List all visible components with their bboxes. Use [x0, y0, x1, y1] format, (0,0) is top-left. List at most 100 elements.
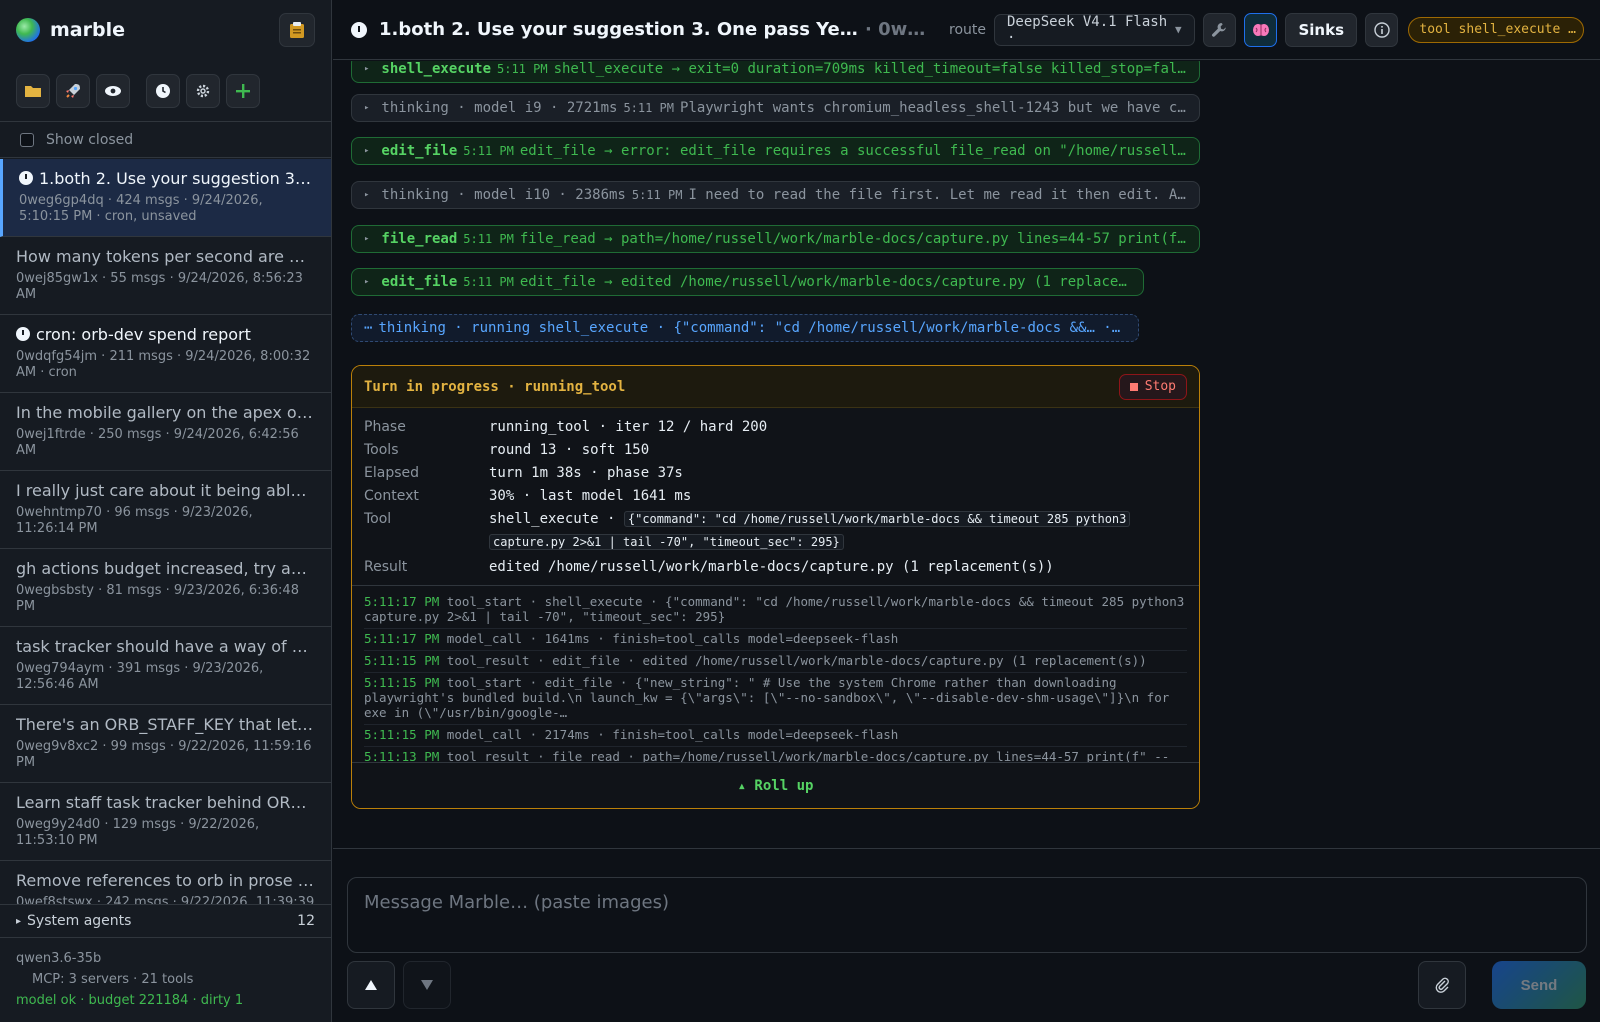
tool-event[interactable]: ▸ edit_file 5:11 PM edit_file → edited /hom… [351, 268, 1144, 296]
clipboard-button[interactable] [279, 13, 315, 47]
log-time: 5:11:15 PM [364, 653, 440, 668]
roll-up-button[interactable]: ▴ Roll up [352, 762, 1199, 808]
route-select[interactable]: DeepSeek V4.1 Flash · ▼ [994, 13, 1195, 46]
wrench-icon [1212, 22, 1227, 37]
detail-key: Result [364, 559, 408, 575]
stop-square-icon [1129, 382, 1138, 391]
scroll-up-button[interactable] [347, 961, 395, 1009]
log-entry: 5:11:17 PM tool_start · shell_execute · … [364, 592, 1187, 629]
conversation-title-text: I really just care about it being able … [16, 481, 315, 500]
info-button[interactable] [1365, 12, 1399, 47]
brain-icon [1252, 23, 1269, 36]
conversation-item[interactable]: Remove references to orb in prose … 0wef8… [0, 861, 331, 904]
triangle-up-icon [365, 980, 377, 990]
conversation-title: There's an ORB_STAFF_KEY that lets… [16, 715, 315, 735]
turn-details: Phase running_tool · iter 12 / hard 200 T… [352, 408, 1199, 586]
cron-clock-icon [19, 171, 33, 185]
detail-result: Result edited /home/russell/work/marble-d… [364, 556, 1187, 579]
log-text: model_call · 1641ms · finish=tool_calls … [446, 631, 899, 646]
conversation-title-text: Learn staff task tracker behind ORB… [16, 793, 315, 812]
conversation-title: Remove references to orb in prose … [16, 871, 315, 891]
turn-log[interactable]: 5:11:17 PM tool_start · shell_execute · … [352, 586, 1199, 764]
conversation-meta: 0weg9v8xc2 · 99 msgs · 9/22/2026, 11:59:… [16, 739, 312, 770]
tool-event[interactable]: ▸ shell_execute 5:11 PM shell_execute → exi… [351, 61, 1200, 83]
history-button[interactable] [146, 73, 180, 108]
conversation-list: 1.both 2. Use your suggestion 3. One pas… [0, 159, 331, 904]
conversation-title: 1.both 2. Use your suggestion 3. One pas… [379, 19, 859, 40]
detail-context: Context 30% · last model 1641 ms [364, 485, 1187, 508]
conversation-item[interactable]: gh actions budget increased, try ag… 0weg… [0, 549, 331, 627]
thinking-event[interactable]: ▸ thinking · model i9 · 2721ms 5:11 PM Play… [351, 94, 1200, 122]
conversation-title-text: task tracker should have a way of fil… [16, 637, 315, 656]
stop-label: Stop [1144, 379, 1176, 394]
thinking-event[interactable]: ▸ thinking · model i10 · 2386ms 5:11 PM I n… [351, 181, 1200, 209]
rocket-button[interactable] [56, 73, 90, 108]
expand-caret-icon: ▸ [364, 234, 370, 244]
scroll-down-button[interactable] [403, 961, 451, 1009]
paperclip-icon [1435, 977, 1449, 993]
cron-clock-icon [16, 327, 30, 341]
show-closed-toggle[interactable]: Show closed [0, 122, 331, 158]
tool-event[interactable]: ▸ file_read 5:11 PM file_read → path=/home/… [351, 225, 1200, 253]
conversation-id: · 0weg6gp4dq [865, 19, 935, 40]
event-summary: Playwright wants chromium_headless_shell… [680, 100, 1187, 116]
message-input[interactable] [347, 877, 1587, 953]
conversation-item[interactable]: In the mobile gallery on the apex or… 0we… [0, 393, 331, 471]
folder-icon [25, 85, 41, 97]
conversation-item[interactable]: How many tokens per second are we gettin… [0, 237, 331, 315]
conversation-title: gh actions budget increased, try ag… [16, 559, 315, 579]
status-health: model ok · budget 221184 · dirty 1 [16, 993, 244, 1008]
log-entry: 5:11:15 PM model_call · 2174ms · finish=… [364, 725, 1187, 747]
log-entry: 5:11:17 PM model_call · 1641ms · finish=… [364, 629, 1187, 651]
conversation-item[interactable]: There's an ORB_STAFF_KEY that lets… 0weg9… [0, 705, 331, 783]
detail-value: 30% · last model 1641 ms [489, 488, 692, 504]
conversation-meta: 0wej1ftrde · 250 msgs · 9/24/2026, 6:42:… [16, 427, 299, 458]
folder-button[interactable] [16, 73, 50, 108]
detail-value: running_tool · iter 12 / hard 200 [489, 419, 768, 435]
detail-elapsed: Elapsed turn 1m 38s · phase 37s [364, 462, 1187, 485]
tool-name: shell_execute · [489, 511, 616, 527]
settings-button[interactable] [186, 73, 220, 108]
attach-button[interactable] [1418, 961, 1466, 1009]
conversation-item[interactable]: I really just care about it being able …… [0, 471, 331, 549]
sinks-button[interactable]: Sinks [1285, 12, 1357, 47]
thinking-toggle-button[interactable] [1244, 12, 1278, 47]
running-indicator[interactable]: ⋯ thinking · running shell_execute · {"c… [351, 314, 1139, 342]
detail-value: round 13 · soft 150 [489, 442, 650, 458]
marble-logo-icon [16, 18, 40, 42]
detail-value: turn 1m 38s · phase 37s [489, 465, 683, 481]
conversation-title: task tracker should have a way of fil… [16, 637, 315, 657]
new-conversation-button[interactable] [226, 73, 260, 108]
detail-key: Phase [364, 419, 406, 435]
stop-button[interactable]: Stop [1118, 373, 1187, 400]
tools-button[interactable] [1202, 12, 1237, 47]
turn-progress-card: Turn in progress · running_tool Stop Pha… [351, 365, 1200, 809]
conversation-item[interactable]: Learn staff task tracker behind ORB… 0weg… [0, 783, 331, 861]
detail-tools: Tools round 13 · soft 150 [364, 439, 1187, 462]
event-time: 5:11 PM [497, 62, 548, 76]
conversation-item[interactable]: 1.both 2. Use your suggestion 3. One pas… [0, 159, 331, 237]
conversation-title-text: How many tokens per second are we gettin… [16, 247, 315, 266]
expand-caret-icon: ▸ [364, 146, 370, 156]
system-agents-count: 12 [297, 913, 315, 929]
conversation-title: I really just care about it being able … [16, 481, 315, 501]
turn-title: Turn in progress · running_tool [364, 378, 626, 395]
event-name: thinking · model i9 · 2721ms [381, 100, 618, 116]
conversation-item[interactable]: task tracker should have a way of fil… 0w… [0, 627, 331, 705]
triangle-down-icon [421, 980, 433, 990]
status-mcp: MCP: 3 servers · 21 tools [32, 972, 194, 987]
expand-caret-icon: ▸ [364, 103, 370, 113]
eye-button[interactable] [96, 73, 130, 108]
route-select-value: DeepSeek V4.1 Flash · [1007, 13, 1168, 46]
log-text: model_call · 2174ms · finish=tool_calls … [446, 727, 899, 742]
event-name: edit_file [381, 274, 458, 290]
system-agents-toggle[interactable]: ▸ System agents 12 [0, 904, 331, 938]
show-closed-checkbox[interactable] [20, 132, 34, 147]
send-button[interactable]: Send [1492, 961, 1586, 1009]
conversation-item[interactable]: cron: orb-dev spend report 0wdqfg54jm · 2… [0, 315, 331, 393]
tool-event[interactable]: ▸ edit_file 5:11 PM edit_file → error: edit… [351, 137, 1200, 165]
event-summary: shell_execute → exit=0 duration=709ms ki… [553, 61, 1187, 77]
detail-tool: Tool shell_execute · {"command": "cd /hom… [364, 508, 1187, 554]
event-name: shell_execute [381, 61, 491, 77]
active-tool-badge[interactable]: tool shell_execute … [1408, 16, 1585, 43]
